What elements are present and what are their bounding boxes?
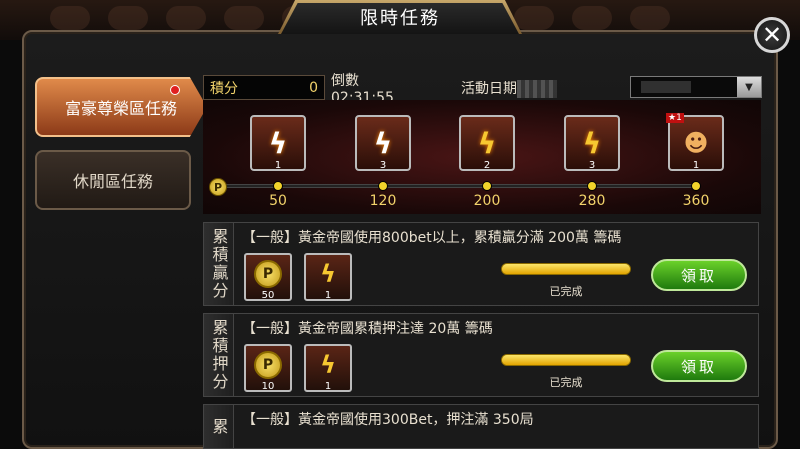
milestone-reward-3[interactable]: ϟ2	[459, 115, 515, 171]
task-progress-bar	[501, 263, 631, 275]
tab-casual-missions[interactable]: 休閒區任務	[35, 150, 191, 210]
task-description: 【一般】黃金帝國使用800bet以上，累積贏分滿 200萬 籌碼	[242, 230, 622, 246]
task-category: 累	[204, 405, 234, 448]
milestone-label: 360	[682, 193, 710, 209]
event-date-value-blurred	[517, 80, 557, 98]
task-row: 累積贏分 【一般】黃金帝國使用800bet以上，累積贏分滿 200萬 籌碼 P5…	[203, 222, 759, 306]
task-reward-coin: P 50	[244, 253, 292, 301]
claim-button[interactable]: 領取	[651, 259, 747, 291]
milestone-label: 200	[473, 193, 501, 209]
close-icon: ✕	[761, 21, 783, 49]
task-progress-fill	[502, 355, 630, 365]
milestone-reward-4[interactable]: ϟ3	[564, 115, 620, 171]
milestone-dot	[378, 181, 388, 191]
bolt-icon: ϟ	[268, 126, 288, 160]
avatar-icon: ☻	[683, 129, 709, 157]
milestone-label: 280	[578, 193, 606, 209]
milestone-label: 50	[269, 193, 287, 209]
points-coin-icon: P	[254, 260, 282, 288]
task-row: 累 【一般】黃金帝國使用300Bet，押注滿 350局	[203, 404, 759, 449]
milestone-reward-5[interactable]: ★1 ☻ 1	[666, 113, 724, 171]
panel-title: 限時任務	[360, 8, 440, 29]
task-description: 【一般】黃金帝國累積押注達 20萬 籌碼	[242, 321, 493, 337]
title-tab: 限時任務	[278, 0, 522, 34]
task-description: 【一般】黃金帝國使用300Bet，押注滿 350局	[242, 412, 534, 428]
claim-button[interactable]: 領取	[651, 350, 747, 382]
event-date: 活動日期	[431, 75, 631, 100]
level-badge: ★1	[666, 113, 684, 123]
milestone-reward-1[interactable]: ϟ1	[250, 115, 306, 171]
score-value: 0	[309, 79, 318, 96]
task-reward-bolt: ϟ1	[304, 253, 352, 301]
task-category: 累積押分	[204, 314, 234, 396]
progress-track	[215, 184, 700, 188]
close-button[interactable]: ✕	[754, 17, 790, 53]
bolt-icon: ϟ	[582, 126, 602, 160]
score-box: 積分 0	[203, 75, 325, 100]
points-coin-icon: P	[209, 178, 227, 196]
task-progress-bar	[501, 354, 631, 366]
task-reward-coin: P 10	[244, 344, 292, 392]
countdown-timer: 倒數 02:31:55	[331, 72, 394, 106]
points-coin-icon: P	[254, 351, 282, 379]
task-category: 累積贏分	[204, 223, 234, 305]
task-status: 已完成	[549, 376, 583, 389]
score-label: 積分	[210, 80, 238, 97]
bolt-icon: ϟ	[320, 351, 336, 379]
bolt-icon: ϟ	[373, 126, 393, 160]
milestone-reward-2[interactable]: ϟ3	[355, 115, 411, 171]
chevron-down-icon[interactable]: ▼	[737, 77, 761, 97]
task-row: 累積押分 【一般】黃金帝國累積押注達 20萬 籌碼 P 10 ϟ1 已完成 領取	[203, 313, 759, 397]
tab-vip-missions[interactable]: 富豪尊榮區任務	[35, 77, 207, 137]
date-dropdown[interactable]: ▼	[630, 76, 762, 98]
bolt-icon: ϟ	[477, 126, 497, 160]
notification-dot	[170, 85, 180, 95]
milestone-dot	[587, 181, 597, 191]
bolt-icon: ϟ	[320, 260, 336, 288]
task-reward-bolt: ϟ1	[304, 344, 352, 392]
milestone-dot	[691, 181, 701, 191]
milestone-label: 120	[369, 193, 397, 209]
milestone-dot	[273, 181, 283, 191]
task-status: 已完成	[549, 285, 583, 298]
milestone-dot	[482, 181, 492, 191]
task-progress-fill	[502, 264, 630, 274]
